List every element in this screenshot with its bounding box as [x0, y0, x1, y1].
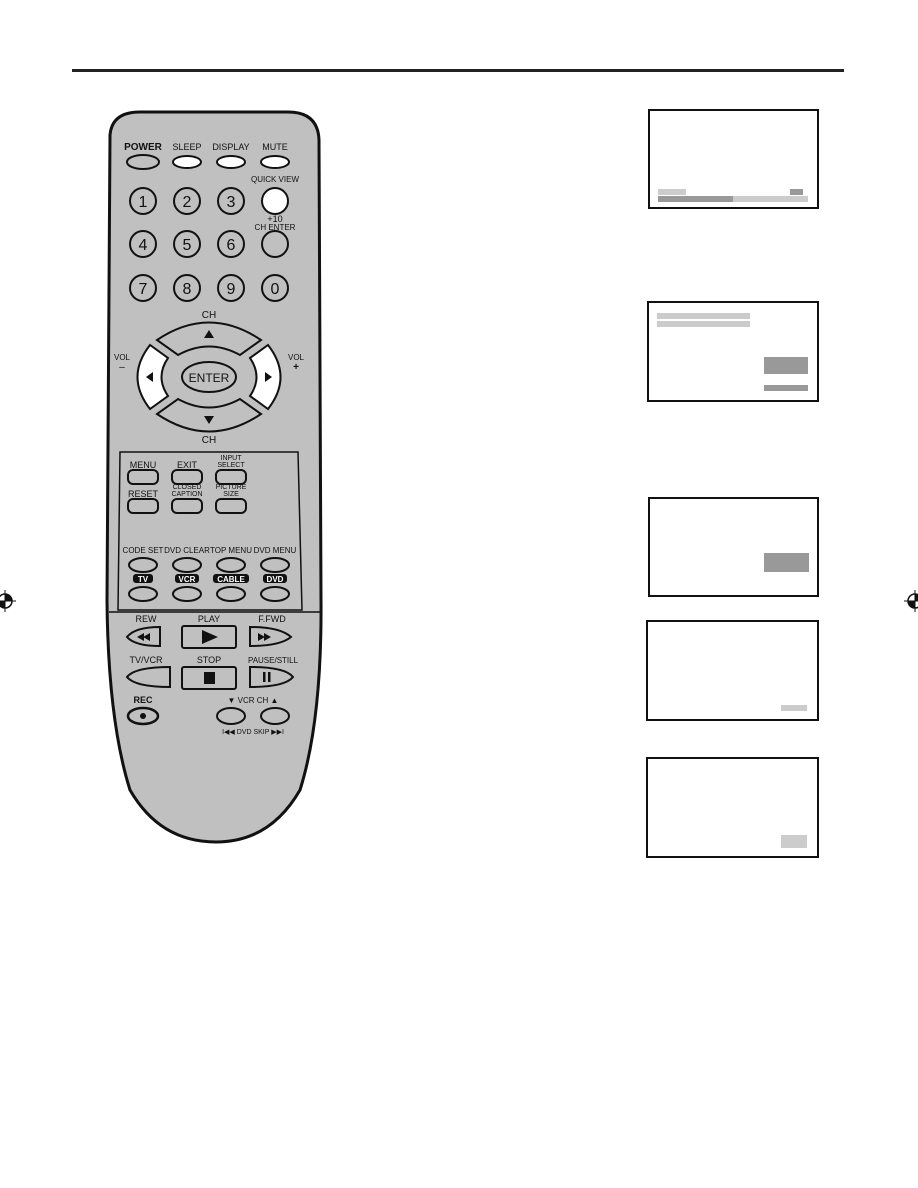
- small-box-block: [781, 835, 807, 848]
- rew-label: REW: [136, 614, 158, 624]
- vol-minus-label: –: [119, 362, 125, 373]
- volume-bar-track: [658, 196, 808, 202]
- stop-icon: [204, 672, 215, 684]
- vcr-mode-label: VCR: [179, 575, 196, 584]
- dvd-menu-label: DVD MENU: [254, 546, 297, 555]
- digit-9-label: 9: [227, 281, 236, 298]
- input-select-button[interactable]: [215, 469, 247, 485]
- small-box-screen: [646, 757, 819, 858]
- vcr-ch-down-button[interactable]: [216, 707, 246, 725]
- digit-5-label: 5: [183, 237, 192, 254]
- digit-3-label: 3: [227, 194, 236, 211]
- volume-label-block: [658, 189, 686, 195]
- digit-0-label: 0: [271, 281, 280, 298]
- closed-caption-label-1: CLOSED: [173, 484, 202, 491]
- quick-view-button[interactable]: [261, 187, 289, 215]
- menu-title-bar-1: [657, 313, 750, 319]
- menu-screen: [647, 301, 819, 402]
- vol-plus-label: +: [293, 362, 299, 373]
- tv-vcr-label: TV/VCR: [129, 655, 163, 665]
- code-set-button[interactable]: [128, 557, 158, 573]
- highlight-screen: [648, 497, 819, 597]
- dvd-menu-button[interactable]: [260, 557, 290, 573]
- cable-mode-button[interactable]: [216, 586, 246, 602]
- record-icon: [140, 713, 146, 719]
- closed-caption-label-2: CAPTION: [171, 491, 202, 498]
- vcr-ch-up-button[interactable]: [260, 707, 290, 725]
- digit-6-label: 6: [227, 237, 236, 254]
- input-select-label-1: INPUT: [221, 455, 243, 462]
- tv-mode-label: TV: [138, 575, 149, 584]
- exit-label: EXIT: [177, 460, 198, 470]
- volume-value-block: [790, 189, 803, 195]
- dvd-skip-label: I◀◀ DVD SKIP ▶▶I: [222, 729, 284, 736]
- pause-icon-2: [268, 672, 271, 682]
- vcr-ch-label: ▼ VCR CH ▲: [228, 696, 279, 705]
- ch-enter-button[interactable]: [261, 230, 289, 258]
- volume-bar-screen: [648, 109, 819, 209]
- picture-size-button[interactable]: [215, 498, 247, 514]
- dvd-mode-label: DVD: [267, 575, 284, 584]
- top-menu-label: TOP MENU: [210, 546, 252, 555]
- ch-up-label: CH: [202, 310, 216, 321]
- rec-label: REC: [133, 695, 153, 705]
- volume-bar-fill: [658, 196, 733, 202]
- reset-button[interactable]: [127, 498, 159, 514]
- play-label: PLAY: [198, 614, 220, 624]
- menu-button[interactable]: [127, 469, 159, 485]
- sleep-button[interactable]: [172, 155, 202, 169]
- cable-mode-label: CABLE: [217, 575, 245, 584]
- dvd-clear-label: DVD CLEAR: [164, 546, 210, 555]
- exit-button[interactable]: [171, 469, 203, 485]
- reset-label: RESET: [128, 489, 159, 499]
- mute-label: MUTE: [262, 142, 288, 152]
- power-button[interactable]: [126, 154, 160, 170]
- enter-label: ENTER: [189, 371, 230, 385]
- top-menu-button[interactable]: [216, 557, 246, 573]
- sleep-label: SLEEP: [172, 142, 201, 152]
- display-button[interactable]: [216, 155, 246, 169]
- menu-title-bar-2: [657, 321, 750, 327]
- closed-caption-button[interactable]: [171, 498, 203, 514]
- pause-still-label: PAUSE/STILL: [248, 656, 299, 665]
- digit-8-label: 8: [183, 281, 192, 298]
- code-set-label: CODE SET: [123, 546, 164, 555]
- digit-4-label: 4: [139, 237, 148, 254]
- mute-button[interactable]: [260, 155, 290, 169]
- menu-footer-item: [764, 385, 808, 391]
- small-label-screen: [646, 620, 819, 721]
- digit-2-label: 2: [183, 194, 192, 211]
- pause-icon: [263, 672, 266, 682]
- tv-mode-button[interactable]: [128, 586, 158, 602]
- picture-size-label-1: PICTURE: [216, 484, 247, 491]
- menu-label: MENU: [130, 460, 157, 470]
- input-select-label-2: SELECT: [217, 462, 245, 469]
- digit-7-label: 7: [139, 281, 148, 298]
- digit-1-label: 1: [139, 194, 148, 211]
- dvd-mode-button[interactable]: [260, 586, 290, 602]
- picture-size-label-2: SIZE: [223, 491, 239, 498]
- ffwd-label: F.FWD: [258, 614, 286, 624]
- vol-right-label: VOL: [288, 353, 305, 362]
- display-label: DISPLAY: [212, 142, 249, 152]
- vcr-mode-button[interactable]: [172, 586, 202, 602]
- ch-down-label: CH: [202, 435, 216, 446]
- highlight-box: [764, 553, 809, 572]
- dvd-clear-button[interactable]: [172, 557, 202, 573]
- quick-view-label: QUICK VIEW: [251, 175, 299, 184]
- power-label: POWER: [124, 142, 163, 153]
- stop-label: STOP: [197, 655, 221, 665]
- small-label-block: [781, 705, 807, 711]
- vol-left-label: VOL: [114, 353, 131, 362]
- menu-selected-item: [764, 357, 808, 374]
